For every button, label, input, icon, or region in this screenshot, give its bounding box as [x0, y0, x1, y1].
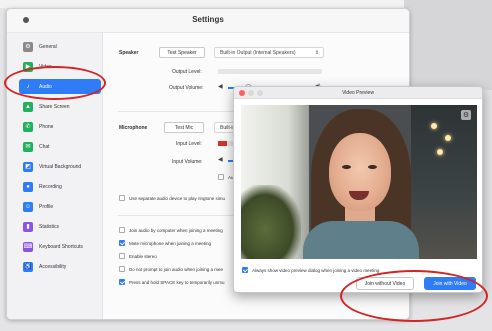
- video-camera-icon: ▶: [23, 61, 33, 72]
- output-level-label: Output Level:: [172, 69, 202, 75]
- sidebar-item-label: Keyboard Shortcuts: [39, 243, 83, 250]
- sidebar-item-share-screen[interactable]: ▲ Share Screen: [19, 99, 101, 114]
- room-background: [411, 105, 477, 259]
- join-with-video-button[interactable]: Join with Video: [424, 277, 476, 290]
- input-level-label: Input Level:: [176, 141, 202, 147]
- virtual-background-icon: ◩: [23, 161, 33, 172]
- output-volume-label: Output Volume:: [169, 85, 204, 91]
- camera-preview: ⚙: [241, 105, 477, 259]
- test-mic-button[interactable]: Test Mic: [164, 122, 204, 133]
- sidebar-item-label: Audio: [39, 83, 52, 90]
- audio-option-label: Enable stereo: [129, 253, 157, 259]
- sidebar-item-general[interactable]: ⚙ General: [19, 39, 101, 54]
- gear-icon: ⚙: [23, 41, 33, 52]
- video-preview-dialog: Video Preview ⚙ Always show video previe…: [233, 86, 483, 293]
- plant: [241, 185, 301, 259]
- checkbox-box[interactable]: [242, 267, 248, 273]
- join-without-video-button[interactable]: Join without Video: [356, 277, 414, 290]
- profile-icon: ☺: [23, 201, 33, 212]
- statistics-icon: ▮: [23, 221, 33, 232]
- always-show-preview-label: Always show video preview dialog when jo…: [252, 267, 380, 273]
- test-speaker-button[interactable]: Test Speaker: [159, 47, 205, 58]
- sidebar-item-statistics[interactable]: ▮ Statistics: [19, 219, 101, 234]
- ringtone-device-checkbox[interactable]: Use separate audio device to play ringto…: [119, 195, 225, 201]
- video-preview-titlebar: Video Preview: [234, 87, 482, 99]
- checkbox-box[interactable]: [119, 253, 125, 259]
- sidebar-item-virtual-background[interactable]: ◩ Virtual Background: [19, 159, 101, 174]
- audio-option-checkbox[interactable]: Join audio by computer when joining a me…: [119, 227, 223, 233]
- speaker-device-value: Built-in Output (Internal Speakers): [220, 49, 296, 56]
- desktop-background: [404, 0, 492, 90]
- mic-volume-icon: ◀: [218, 157, 223, 163]
- microphone-label: Microphone: [119, 125, 148, 131]
- settings-titlebar: Settings: [7, 9, 409, 33]
- speaker-label: Speaker: [119, 50, 139, 56]
- camera-settings-icon[interactable]: ⚙: [461, 110, 471, 120]
- recording-icon: ●: [23, 181, 33, 192]
- sidebar-item-recording[interactable]: ● Recording: [19, 179, 101, 194]
- divider: [118, 215, 242, 216]
- sidebar-item-label: Statistics: [39, 223, 60, 230]
- sidebar-item-chat[interactable]: ✉ Chat: [19, 139, 101, 154]
- sidebar-item-video[interactable]: ▶ Video: [19, 59, 101, 74]
- light-bulb: [431, 123, 437, 129]
- sidebar-item-phone[interactable]: ✆ Phone: [19, 119, 101, 134]
- audio-option-label: Mute microphone when joining a meeting: [129, 240, 212, 246]
- sidebar-item-label: Video: [39, 63, 52, 70]
- sidebar-item-label: Recording: [39, 183, 62, 190]
- sidebar-item-label: Share Screen: [39, 103, 70, 110]
- sidebar-item-audio[interactable]: ♪ Audio: [19, 79, 101, 94]
- speaker-device-select[interactable]: Built-in Output (Internal Speakers) ⇕: [214, 47, 324, 58]
- sidebar-item-accessibility[interactable]: ♿ Accessibility: [19, 259, 101, 274]
- output-level-meter: [218, 69, 322, 74]
- audio-option-label: Join audio by computer when joining a me…: [129, 227, 223, 233]
- ringtone-device-label: Use separate audio device to play ringto…: [129, 195, 226, 201]
- phone-icon: ✆: [23, 121, 33, 132]
- sidebar-item-label: Chat: [39, 143, 50, 150]
- sidebar-item-label: Phone: [39, 123, 54, 130]
- settings-sidebar: ⚙ General ▶ Video ♪ Audio ▲ Share Screen ✆ Phone ✉…: [7, 33, 103, 319]
- accessibility-icon: ♿: [23, 261, 33, 272]
- checkbox-box[interactable]: [119, 266, 125, 272]
- checkbox-box[interactable]: [119, 227, 125, 233]
- checkbox-box[interactable]: [218, 174, 224, 180]
- audio-option-label: Press and hold SPACE key to temporarily …: [129, 279, 225, 285]
- chat-icon: ✉: [23, 141, 33, 152]
- checkbox-box[interactable]: [119, 279, 125, 285]
- audio-option-checkbox[interactable]: Do not prompt to join audio when joining…: [119, 266, 223, 272]
- person-shirt: [303, 221, 419, 259]
- settings-title: Settings: [192, 15, 224, 24]
- chevron-updown-icon: ⇕: [314, 50, 319, 56]
- sidebar-item-label: Accessibility: [39, 263, 67, 270]
- sidebar-item-label: General: [39, 43, 57, 50]
- checkbox-box[interactable]: [119, 195, 125, 201]
- audio-option-label: Do not prompt to join audio when joining…: [129, 266, 224, 272]
- audio-option-checkbox[interactable]: Enable stereo: [119, 253, 157, 259]
- light-bulb: [437, 149, 443, 155]
- audio-option-checkbox[interactable]: Press and hold SPACE key to temporarily …: [119, 279, 224, 285]
- sidebar-item-label: Profile: [39, 203, 54, 210]
- person-eye: [368, 165, 377, 169]
- headphones-icon: ♪: [26, 83, 30, 90]
- sidebar-item-keyboard-shortcuts[interactable]: ⌨ Keyboard Shortcuts: [19, 239, 101, 254]
- light-bulb: [445, 135, 451, 141]
- checkbox-box[interactable]: [119, 240, 125, 246]
- always-show-preview-checkbox[interactable]: Always show video preview dialog when jo…: [242, 267, 379, 273]
- sidebar-item-label: Virtual Background: [39, 163, 82, 170]
- share-screen-icon: ▲: [23, 101, 33, 112]
- keyboard-icon: ⌨: [23, 241, 33, 252]
- person-eye: [342, 165, 351, 169]
- sidebar-item-profile[interactable]: ☺ Profile: [19, 199, 101, 214]
- volume-low-icon: ◀: [218, 84, 223, 90]
- input-level-fill: [218, 141, 227, 146]
- audio-option-checkbox[interactable]: Mute microphone when joining a meeting: [119, 240, 211, 246]
- input-volume-label: Input Volume:: [172, 159, 203, 165]
- video-preview-title: Video Preview: [342, 90, 374, 96]
